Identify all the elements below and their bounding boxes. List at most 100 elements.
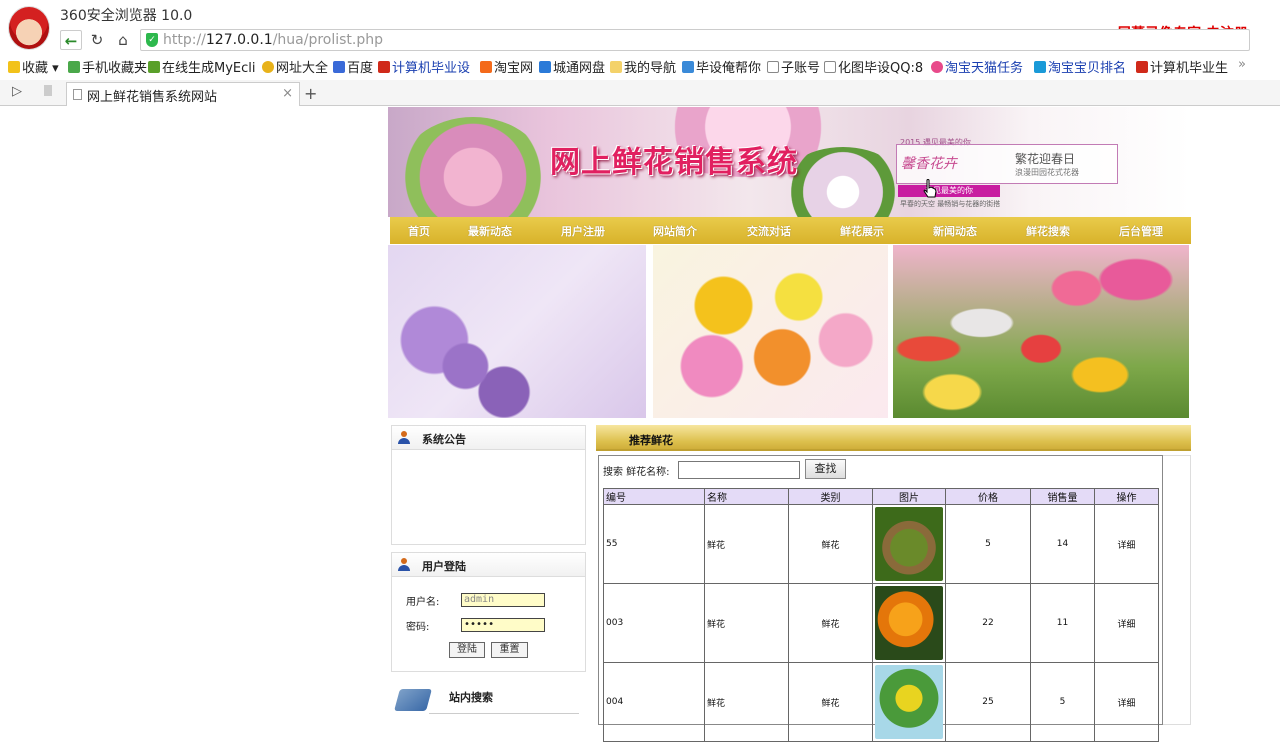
site-search-title: 站内搜索 <box>449 691 493 704</box>
cell-price: 5 <box>945 504 1031 584</box>
site-banner: 网上鲜花销售系统 2015 遇见最美的你 馨香花卉 繁花迎春日 浪漫田园花式花器… <box>388 107 1191 217</box>
flower-thumbnail[interactable] <box>875 586 943 660</box>
find-button[interactable]: 查找 <box>805 459 846 479</box>
reload-button[interactable]: ↻ <box>86 30 108 50</box>
cloud-icon <box>539 61 551 73</box>
flower-thumbnail[interactable] <box>875 507 943 581</box>
bookmark-item[interactable]: 手机收藏夹 <box>68 57 147 76</box>
promo-subtext: 早春的天空 最畅销与花器的街搭 <box>900 200 1001 208</box>
recommend-header: 推荐鲜花 <box>596 425 1191 451</box>
sidebar-toggle-icon[interactable]: ▷ <box>12 84 22 99</box>
cell-sales: 14 <box>1030 504 1095 584</box>
more-bookmarks-button[interactable]: » <box>1238 57 1246 72</box>
bookmark-item[interactable]: 计算机毕业设 <box>378 57 470 76</box>
flower-search-label: 搜索 鲜花名称: <box>603 467 670 478</box>
browser-app-title: 360安全浏览器 10.0 <box>60 8 193 24</box>
user-avatar[interactable] <box>8 6 50 50</box>
detail-link[interactable]: 详细 <box>1094 504 1159 584</box>
bookmark-item[interactable]: 网址大全 <box>262 57 328 76</box>
nav-item-chat[interactable]: 交流对话 <box>747 223 791 239</box>
bookmark-item[interactable]: 淘宝网 <box>480 57 533 76</box>
home-button[interactable]: ⌂ <box>112 30 134 50</box>
photo-purple-flowers <box>388 245 646 418</box>
bookmark-item[interactable]: 在线生成MyEcli <box>148 57 256 76</box>
book-icon <box>1136 61 1148 73</box>
nav-item-news[interactable]: 最新动态 <box>468 223 512 239</box>
nav-item-showcase[interactable]: 鲜花展示 <box>840 223 884 239</box>
flower-thumbnail[interactable] <box>875 665 943 739</box>
user-icon <box>398 431 410 444</box>
recommend-title: 推荐鲜花 <box>629 434 673 447</box>
tab-strip: ▷ 网上鲜花销售系统网站 × + <box>0 80 1280 106</box>
tab-title: 网上鲜花销售系统网站 <box>87 90 218 105</box>
nav-item-register[interactable]: 用户注册 <box>561 223 605 239</box>
bookmark-item[interactable]: 淘宝天猫任务 <box>931 57 1023 76</box>
table-row: 55 鲜花 鲜花 5 14 详细 <box>603 504 1159 584</box>
cell-name: 鲜花 <box>704 583 789 663</box>
col-header-sales: 销售量 <box>1030 488 1095 505</box>
home-icon: ⌂ <box>118 31 128 49</box>
photo-tulips <box>893 245 1189 418</box>
page-icon <box>73 89 82 100</box>
chevron-right-icon: » <box>1238 57 1246 72</box>
bookmark-item[interactable]: 我的导航 <box>610 57 676 76</box>
cell-id: 004 <box>603 662 705 742</box>
detail-link[interactable]: 详细 <box>1094 662 1159 742</box>
bookmark-item[interactable]: 化图毕设QQ:8 <box>824 57 923 76</box>
flower-name-input[interactable] <box>678 461 800 479</box>
cell-id: 55 <box>603 504 705 584</box>
recommend-panel: 搜索 鲜花名称: 查找 编号 名称 类别 图片 价格 销售量 操作 55 鲜花 <box>598 455 1163 742</box>
site-search-panel: 站内搜索 <box>391 681 586 731</box>
address-bar[interactable]: ✓ http://127.0.0.1/hua/prolist.php <box>140 29 1250 51</box>
bookmark-item[interactable]: 毕设俺帮你 <box>682 57 761 76</box>
username-field[interactable]: admin <box>461 593 545 607</box>
search-book-icon <box>394 689 432 711</box>
back-button[interactable]: ← <box>60 30 82 50</box>
taobao-icon <box>480 61 492 73</box>
cell-category: 鲜花 <box>788 583 873 663</box>
login-button[interactable]: 登陆 <box>449 642 485 658</box>
cell-sales: 5 <box>1030 662 1095 742</box>
close-icon[interactable]: × <box>282 86 293 101</box>
taobao-icon <box>1034 61 1046 73</box>
nav-item-newsfeed[interactable]: 新闻动态 <box>933 223 977 239</box>
cell-image <box>872 504 946 584</box>
col-header-image: 图片 <box>872 488 946 505</box>
bookmark-item[interactable]: 计算机毕业生 <box>1136 57 1228 76</box>
promo-button[interactable]: 遇见最美的你 <box>898 185 1000 197</box>
promo-line1: 繁花迎春日 <box>1015 152 1076 166</box>
reset-button[interactable]: 重置 <box>491 642 528 658</box>
detail-link[interactable]: 详细 <box>1094 583 1159 663</box>
notice-title: 系统公告 <box>422 433 466 446</box>
recommend-scroll-area[interactable] <box>1163 455 1191 725</box>
nav-item-admin[interactable]: 后台管理 <box>1119 223 1163 239</box>
nav-item-about[interactable]: 网站简介 <box>653 223 697 239</box>
username-label: 用户名: <box>406 597 440 608</box>
banner-flower-decoration <box>398 117 548 217</box>
nav-item-home[interactable]: 首页 <box>408 223 430 239</box>
bookmark-item[interactable]: 城通网盘 <box>539 57 605 76</box>
folder-icon <box>610 61 622 73</box>
table-row: 003 鲜花 鲜花 22 11 详细 <box>603 583 1159 663</box>
password-field[interactable]: ••••• <box>461 618 545 632</box>
url-text[interactable]: http://127.0.0.1/hua/prolist.php <box>163 32 383 48</box>
nav-item-search[interactable]: 鲜花搜索 <box>1026 223 1070 239</box>
user-icon <box>398 558 410 571</box>
bookmark-favorites[interactable]: 收藏 ▾ <box>8 57 59 76</box>
col-header-name: 名称 <box>704 488 789 505</box>
cell-sales: 11 <box>1030 583 1095 663</box>
cell-price: 22 <box>945 583 1031 663</box>
tab-active[interactable]: 网上鲜花销售系统网站 × <box>66 82 300 106</box>
document-icon[interactable] <box>44 85 52 96</box>
cell-price: 25 <box>945 662 1031 742</box>
new-tab-button[interactable]: + <box>304 84 317 103</box>
password-label: 密码: <box>406 622 430 633</box>
bookmark-item[interactable]: 淘宝宝贝排名 <box>1034 57 1126 76</box>
cell-category: 鲜花 <box>788 662 873 742</box>
baidu-icon <box>333 61 345 73</box>
bookmark-item[interactable]: 子账号 <box>767 57 820 76</box>
product-table: 编号 名称 类别 图片 价格 销售量 操作 55 鲜花 鲜花 5 14 详细 0… <box>603 488 1159 742</box>
arrow-left-icon: ← <box>64 32 78 50</box>
photo-gerbera-daisies <box>653 245 888 418</box>
bookmark-item[interactable]: 百度 <box>333 57 373 76</box>
